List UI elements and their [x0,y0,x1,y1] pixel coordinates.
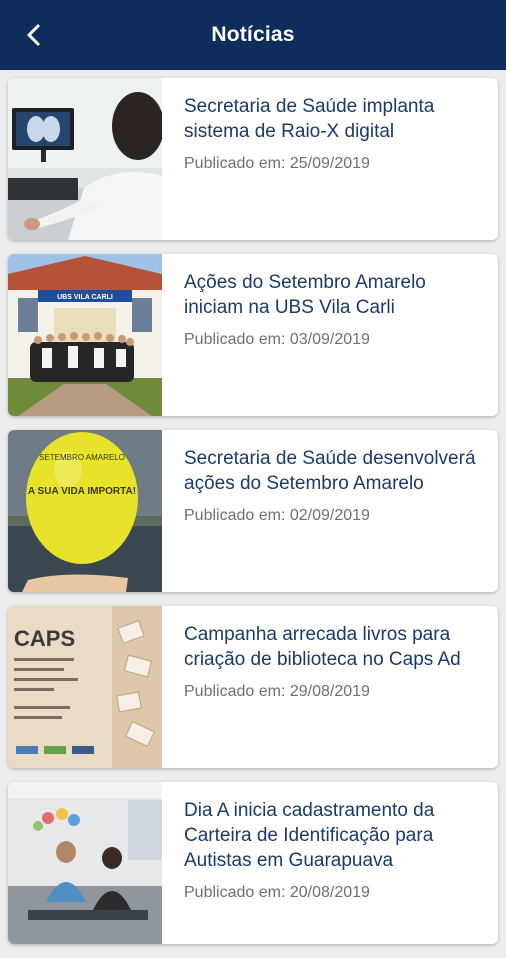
news-list: Secretaria de Saúde implanta sistema de … [0,78,506,958]
news-card[interactable]: SETEMBRO AMARELO A SUA VIDA IMPORTA! Sec… [8,430,498,592]
waiting-room-photo [8,782,162,944]
x-ray-photo [8,78,162,240]
chevron-left-icon [27,24,40,46]
news-card[interactable]: Secretaria de Saúde implanta sistema de … [8,78,498,240]
app-bar: Notícias [0,0,506,70]
news-card[interactable]: UBS VILA CARLI Ações do Setembro Amarelo… [8,254,498,416]
news-thumbnail: UBS VILA CARLI [8,254,162,416]
balloon-text-2: A SUA VIDA IMPORTA! [28,486,136,497]
news-title: Campanha arrecada livros para criação de… [184,624,461,670]
news-date: Publicado em: 03/09/2019 [184,331,370,348]
news-thumbnail [8,782,162,944]
news-thumbnail [8,78,162,240]
flyer-title: CAPS [14,626,75,651]
news-card[interactable]: Dia A inicia cadastramento da Carteira d… [8,782,498,944]
back-button[interactable] [14,17,54,53]
news-title: Ações do Setembro Amarelo iniciam na UBS… [184,272,426,318]
balloon-text-1: SETEMBRO AMARELO [39,453,125,462]
caps-flyer-image: CAPS [8,606,162,768]
yellow-balloon-photo: SETEMBRO AMARELO A SUA VIDA IMPORTA! [8,430,162,592]
ubs-sign-text: UBS VILA CARLI [57,294,113,301]
news-title: Dia A inicia cadastramento da Carteira d… [184,800,435,871]
news-date: Publicado em: 25/09/2019 [184,155,370,172]
page-title: Notícias [211,23,295,46]
news-title: Secretaria de Saúde implanta sistema de … [184,96,435,142]
news-date: Publicado em: 02/09/2019 [184,507,370,524]
news-thumbnail: CAPS [8,606,162,768]
news-date: Publicado em: 29/08/2019 [184,683,370,700]
news-thumbnail: SETEMBRO AMARELO A SUA VIDA IMPORTA! [8,430,162,592]
news-date: Publicado em: 20/08/2019 [184,884,370,901]
news-card[interactable]: CAPS Campanha arrecada livros para criaç… [8,606,498,768]
group-photo: UBS VILA CARLI [8,254,162,416]
news-title: Secretaria de Saúde desenvolverá ações d… [184,448,476,494]
